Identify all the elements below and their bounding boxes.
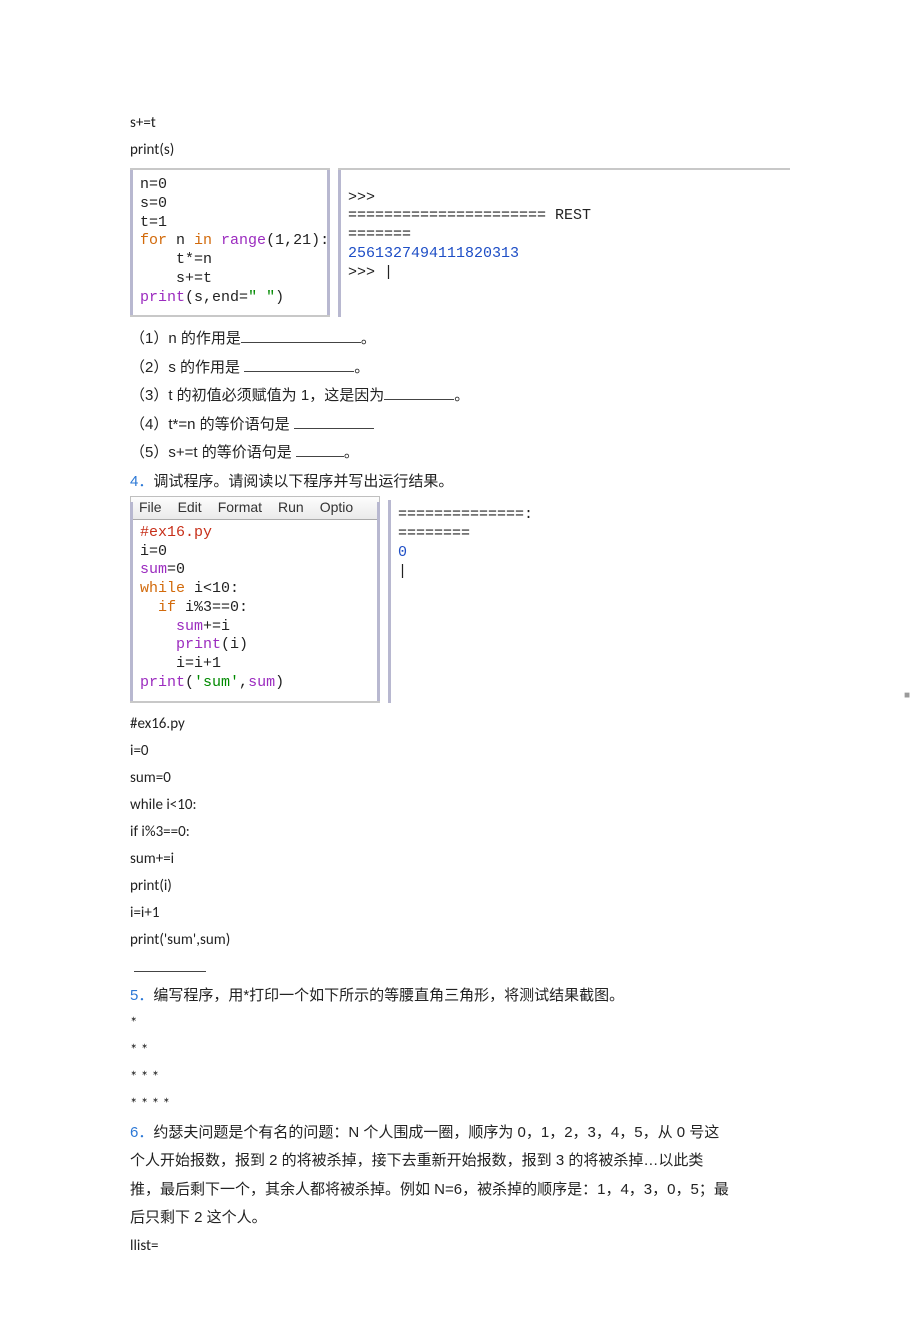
- code-line: [348, 176, 780, 189]
- question-6-line: 推，最后剩下一个，其余人都将被杀掉。例如 N=6，被杀掉的顺序是：1，4，3，0…: [130, 1176, 790, 1205]
- question-6: 6．约瑟夫问题是个有名的问题：N 个人围成一圈，顺序为 0，1，2，3，4，5，…: [130, 1119, 790, 1148]
- shell-line: ==============:: [398, 506, 780, 525]
- code-line: t*=n: [140, 251, 320, 270]
- subq-line: （3）t 的初值必须赋值为 1，这是因为。: [130, 382, 790, 411]
- shell-prompt: >>> |: [348, 264, 780, 283]
- code-line: s+=t: [130, 110, 790, 137]
- code-line: i=0: [140, 543, 370, 562]
- code-line: sum+=i: [140, 618, 370, 637]
- code-line: #ex16.py: [140, 524, 370, 543]
- answer-blank: [130, 954, 790, 983]
- shell-line: ========: [398, 525, 780, 544]
- code-line: llist=: [130, 1233, 790, 1260]
- code-line: if i%3==0:: [130, 819, 790, 846]
- editor-panel-2: File Edit Format Run Optio #ex16.py i=0 …: [130, 500, 380, 702]
- screenshot-row-1: n=0 s=0 t=1 for n in range(1,21): t*=n s…: [130, 168, 790, 317]
- code-line: s=0: [140, 195, 320, 214]
- code-line: print('sum',sum): [140, 674, 370, 693]
- shell-output: 0: [398, 544, 780, 563]
- menu-format[interactable]: Format: [218, 499, 262, 517]
- subq-line: （4）t*=n 的等价语句是: [130, 411, 790, 440]
- question-6-line: 个人开始报数，报到 2 的将被杀掉，接下去重新开始报数，报到 3 的将被杀掉…以…: [130, 1147, 790, 1176]
- code-line: n=0: [140, 176, 320, 195]
- code-line: sum+=i: [130, 846, 790, 873]
- code-line: print(s,end=" "): [140, 289, 320, 308]
- code-line: i=i+1: [130, 900, 790, 927]
- question-5: 5．编写程序，用*打印一个如下所示的等腰直角三角形，将测试结果截图。: [130, 982, 790, 1011]
- star-row: * *: [130, 1038, 790, 1065]
- code-line: if i%3==0:: [140, 599, 370, 618]
- code-line: print('sum',sum): [130, 927, 790, 954]
- code-line: for n in range(1,21):: [140, 232, 320, 251]
- code-line: sum=0: [140, 561, 370, 580]
- shell-cursor: |: [398, 563, 780, 582]
- code-line: print(s): [130, 137, 790, 164]
- menu-options[interactable]: Optio: [320, 499, 353, 517]
- subq-line: （5）s+=t 的等价语句是 。: [130, 439, 790, 468]
- shell-prompt: >>>: [348, 189, 780, 208]
- code-line: sum=0: [130, 765, 790, 792]
- code-line: i=i+1: [140, 655, 370, 674]
- subq-line: （1）n 的作用是。: [130, 325, 790, 354]
- question-number: 4．: [130, 473, 153, 490]
- question-number: 6．: [130, 1124, 153, 1141]
- star-row: * * *: [130, 1065, 790, 1092]
- code-line: while i<10:: [140, 580, 370, 599]
- shell-line: =======: [348, 226, 780, 245]
- code-line: #ex16.py: [130, 711, 790, 738]
- question-4: 4．调试程序。请阅读以下程序并写出运行结果。: [130, 468, 790, 497]
- editor-menubar[interactable]: File Edit Format Run Optio: [130, 496, 380, 520]
- code-line: while i<10:: [130, 792, 790, 819]
- code-line: t=1: [140, 214, 320, 233]
- page: s+=t print(s) n=0 s=0 t=1 for n in range…: [0, 0, 920, 1340]
- shell-output: 2561327494111820313: [348, 245, 780, 264]
- code-line: i=0: [130, 738, 790, 765]
- menu-run[interactable]: Run: [278, 499, 304, 517]
- code-line: print(i): [140, 636, 370, 655]
- star-row: *: [130, 1011, 790, 1038]
- shell-line: ====================== REST: [348, 207, 780, 226]
- menu-edit[interactable]: Edit: [178, 499, 202, 517]
- editor-panel-1: n=0 s=0 t=1 for n in range(1,21): t*=n s…: [130, 168, 330, 317]
- shell-panel-1: >>> ====================== REST ======= …: [338, 168, 790, 317]
- subq-line: （2）s 的作用是 。: [130, 354, 790, 383]
- code-line: print(i): [130, 873, 790, 900]
- menu-file[interactable]: File: [139, 499, 162, 517]
- shell-panel-2: ==============: ======== 0 |: [388, 500, 790, 702]
- screenshot-row-2: File Edit Format Run Optio #ex16.py i=0 …: [130, 500, 790, 702]
- code-line: s+=t: [140, 270, 320, 289]
- question-number: 5．: [130, 987, 153, 1004]
- star-row: * * * *: [130, 1092, 790, 1119]
- question-6-line: 后只剩下 2 这个人。: [130, 1204, 790, 1233]
- page-mark-icon: ■: [904, 687, 910, 705]
